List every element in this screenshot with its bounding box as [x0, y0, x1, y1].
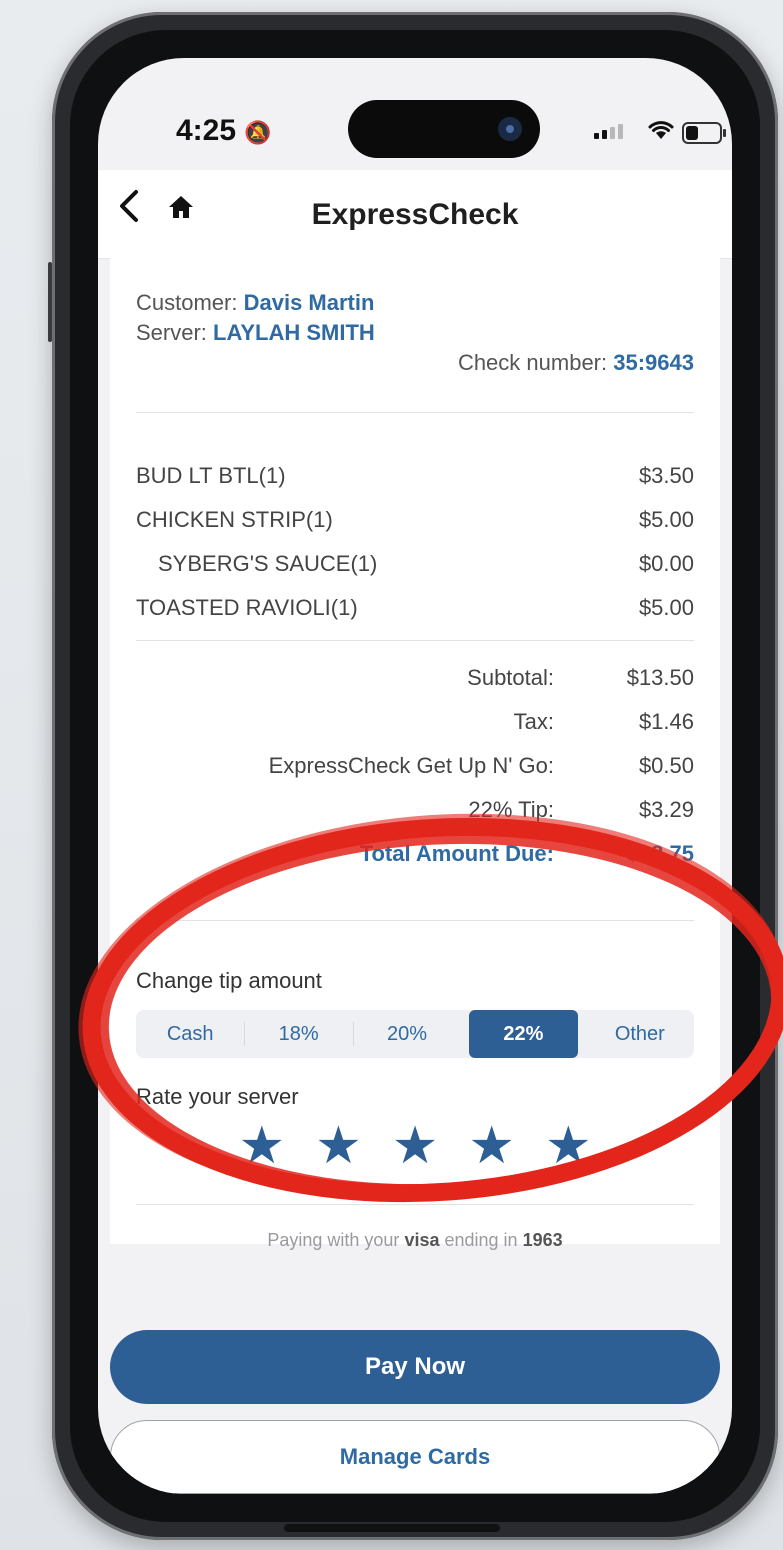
home-indicator — [284, 1524, 500, 1532]
tip-selector: Cash 18% 20% 22% Other — [136, 1010, 694, 1058]
check-number: 35:9643 — [613, 350, 694, 375]
payment-middle: ending in — [444, 1230, 518, 1250]
tip-option-18[interactable]: 18% — [244, 1010, 352, 1058]
side-button — [48, 262, 52, 342]
totals: Subtotal: $13.50 Tax: $1.46 ExpressCheck… — [134, 656, 694, 876]
customer-label: Customer: — [136, 290, 238, 315]
status-time: 4:25 — [176, 114, 237, 147]
item-name: CHICKEN STRIP(1) — [136, 507, 333, 532]
subtotal-label: Subtotal: — [467, 665, 554, 690]
item-name: BUD LT BTL(1) — [136, 463, 286, 488]
check-card: Customer: Davis Martin Server: LAYLAH SM… — [110, 258, 720, 1250]
manage-cards-button[interactable]: Manage Cards — [110, 1420, 720, 1494]
star-icon[interactable]: ★ — [315, 1116, 362, 1176]
bell-slash-icon: 🔕 — [244, 120, 272, 145]
payment-method-text: Paying with your visa ending in 1963 — [110, 1230, 720, 1251]
phone-frame: 4:25 🔕 ExpressCheck Customer: Davis Mart… — [48, 12, 778, 1540]
subtotal-value: $13.50 — [626, 665, 694, 690]
tax-label: Tax: — [513, 709, 554, 734]
page-title: ExpressCheck — [311, 198, 519, 231]
camera-icon — [498, 117, 522, 141]
screen: 4:25 🔕 ExpressCheck Customer: Davis Mart… — [98, 58, 732, 1494]
star-icon[interactable]: ★ — [468, 1116, 515, 1176]
tip-row-label: 22% Tip: — [468, 797, 554, 822]
tip-row: 22% Tip: $3.29 — [134, 788, 694, 832]
star-icon[interactable]: ★ — [392, 1116, 439, 1176]
divider — [136, 920, 694, 921]
item-name: SYBERG'S SAUCE(1) — [158, 551, 378, 576]
rate-server-label: Rate your server — [136, 1084, 299, 1109]
tip-option-cash[interactable]: Cash — [136, 1010, 244, 1058]
item-price: $5.00 — [638, 595, 694, 620]
check-number-line: Check number: 35:9643 — [458, 350, 694, 376]
star-icon[interactable]: ★ — [545, 1116, 592, 1176]
battery-icon — [682, 122, 726, 144]
tip-option-22[interactable]: 22% — [469, 1010, 578, 1058]
divider — [136, 1204, 694, 1205]
dynamic-island — [348, 100, 540, 158]
tax-value: $1.46 — [638, 709, 694, 734]
server-label: Server: — [136, 320, 207, 345]
pay-now-button[interactable]: Pay Now — [110, 1330, 720, 1404]
fee-row: ExpressCheck Get Up N' Go: $0.50 — [134, 744, 694, 788]
customer-line: Customer: Davis Martin — [136, 288, 375, 318]
list-item: BUD LT BTL(1) $3.50 — [136, 454, 694, 498]
total-label: Total Amount Due: — [359, 841, 554, 866]
tax-row: Tax: $1.46 — [134, 700, 694, 744]
item-name: TOASTED RAVIOLI(1) — [136, 595, 358, 620]
payment-prefix: Paying with your — [267, 1230, 400, 1250]
total-value: $18.75 — [626, 841, 694, 866]
item-price: $0.00 — [638, 551, 694, 576]
tip-value: $3.29 — [638, 797, 694, 822]
item-list: BUD LT BTL(1) $3.50 CHICKEN STRIP(1) $5.… — [136, 454, 694, 630]
fee-label: ExpressCheck Get Up N' Go: — [268, 753, 554, 778]
total-row: Total Amount Due: $18.75 — [134, 832, 694, 876]
card-last4: 1963 — [522, 1230, 563, 1250]
change-tip-label: Change tip amount — [136, 968, 322, 993]
item-price: $5.00 — [638, 507, 694, 532]
app-header: ExpressCheck — [98, 170, 732, 259]
item-price: $3.50 — [638, 463, 694, 488]
divider — [136, 640, 694, 641]
wifi-icon — [646, 116, 676, 148]
tip-option-20[interactable]: 20% — [352, 1010, 461, 1058]
star-icon[interactable]: ★ — [238, 1116, 285, 1176]
check-info: Customer: Davis Martin Server: LAYLAH SM… — [136, 288, 375, 348]
phone-bezel: 4:25 🔕 ExpressCheck Customer: Davis Mart… — [70, 30, 760, 1522]
card-brand: visa — [404, 1230, 440, 1250]
list-item: TOASTED RAVIOLI(1) $5.00 — [136, 586, 694, 630]
cell-signal-icon — [594, 124, 623, 139]
subtotal-row: Subtotal: $13.50 — [134, 656, 694, 700]
star-rating: ★ ★ ★ ★ ★ — [110, 1116, 720, 1176]
list-item: CHICKEN STRIP(1) $5.00 — [136, 498, 694, 542]
list-item: SYBERG'S SAUCE(1) $0.00 — [136, 542, 694, 586]
fee-value: $0.50 — [638, 753, 694, 778]
tip-option-other[interactable]: Other — [586, 1010, 694, 1058]
customer-name: Davis Martin — [243, 290, 375, 315]
check-number-label: Check number: — [457, 350, 608, 375]
server-name: LAYLAH SMITH — [213, 320, 375, 345]
divider — [136, 412, 694, 413]
server-line: Server: LAYLAH SMITH — [136, 318, 375, 348]
